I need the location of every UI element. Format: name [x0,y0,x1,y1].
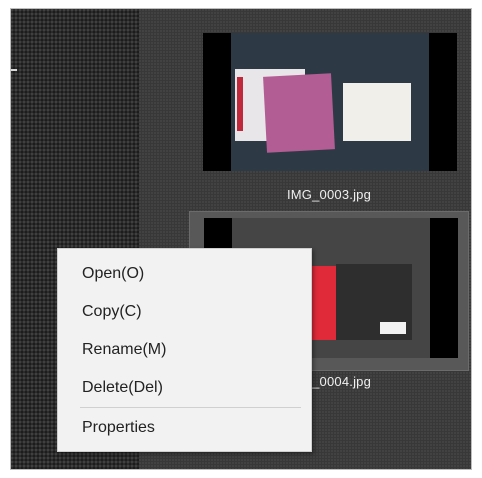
menu-item-delete[interactable]: Delete(Del) [58,369,311,407]
white-patch-shape [380,322,406,334]
thumbnail-filename[interactable]: IMG_0003.jpg [189,187,469,202]
menu-item-open[interactable]: Open(O) [58,255,311,293]
thumbnail-image[interactable] [203,33,457,171]
context-menu: Open(O) Copy(C) Rename(M) Delete(Del) Pr… [57,248,312,452]
white-fabric-shape [343,83,411,141]
photo-content [231,33,429,171]
menu-item-properties[interactable]: Properties [58,408,311,448]
thumbnail-item[interactable]: IMG_0003.jpg [189,17,469,209]
pink-card-shape [263,73,335,153]
menu-item-rename[interactable]: Rename(M) [58,331,311,369]
pane-edge-marker [11,69,17,71]
red-edge-shape [237,77,243,131]
menu-item-copy[interactable]: Copy(C) [58,293,311,331]
